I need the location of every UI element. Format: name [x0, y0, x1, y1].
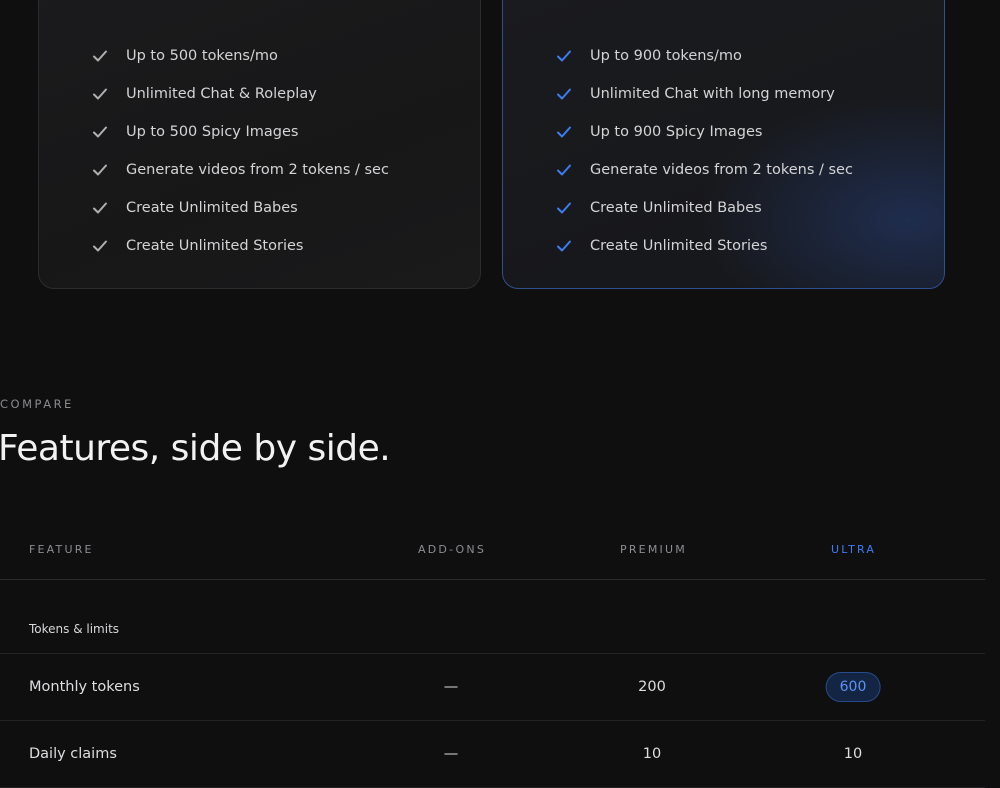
check-icon — [556, 162, 572, 178]
table-group-header: Tokens & limits — [0, 580, 985, 654]
row-ultra-value: 10 — [843, 746, 863, 762]
column-header-feature: FEATURE — [29, 543, 94, 556]
compare-eyebrow: COMPARE — [0, 397, 74, 411]
row-feature-name: Daily claims — [29, 746, 117, 762]
feature-label: Create Unlimited Stories — [126, 238, 304, 254]
feature-item: Create Unlimited Babes — [556, 189, 853, 227]
ultra-plan-card: Up to 900 tokens/mo Unlimited Chat with … — [502, 0, 945, 289]
feature-label: Create Unlimited Babes — [126, 200, 298, 216]
feature-label: Create Unlimited Babes — [590, 200, 762, 216]
check-icon — [92, 124, 108, 140]
comparison-table: FEATURE ADD-ONS PREMIUM ULTRA Tokens & l… — [0, 520, 985, 788]
table-row: Daily claims — 10 10 — [0, 721, 985, 788]
row-premium-value: 200 — [638, 679, 666, 695]
feature-label: Up to 500 tokens/mo — [126, 48, 278, 64]
feature-label: Unlimited Chat & Roleplay — [126, 86, 317, 102]
check-icon — [92, 162, 108, 178]
feature-item: Up to 500 tokens/mo — [92, 37, 389, 75]
premium-feature-list: Up to 500 tokens/mo Unlimited Chat & Rol… — [92, 37, 389, 265]
table-header: FEATURE ADD-ONS PREMIUM ULTRA — [0, 520, 985, 580]
row-feature-name: Monthly tokens — [29, 679, 140, 695]
feature-item: Up to 900 Spicy Images — [556, 113, 853, 151]
ultra-feature-list: Up to 900 tokens/mo Unlimited Chat with … — [556, 37, 853, 265]
feature-item: Up to 900 tokens/mo — [556, 37, 853, 75]
check-icon — [92, 200, 108, 216]
feature-label: Up to 900 Spicy Images — [590, 124, 763, 140]
feature-label: Unlimited Chat with long memory — [590, 86, 835, 102]
row-premium-value: 10 — [642, 746, 662, 762]
feature-item: Up to 500 Spicy Images — [92, 113, 389, 151]
check-icon — [556, 48, 572, 64]
check-icon — [556, 86, 572, 102]
feature-label: Create Unlimited Stories — [590, 238, 768, 254]
feature-label: Up to 500 Spicy Images — [126, 124, 299, 140]
feature-item: Unlimited Chat & Roleplay — [92, 75, 389, 113]
feature-label: Generate videos from 2 tokens / sec — [126, 162, 389, 178]
feature-item: Create Unlimited Babes — [92, 189, 389, 227]
check-icon — [556, 200, 572, 216]
column-header-ultra: ULTRA — [831, 543, 877, 556]
group-label: Tokens & limits — [29, 622, 120, 636]
feature-item: Unlimited Chat with long memory — [556, 75, 853, 113]
check-icon — [92, 48, 108, 64]
feature-item: Generate videos from 2 tokens / sec — [92, 151, 389, 189]
feature-label: Generate videos from 2 tokens / sec — [590, 162, 853, 178]
check-icon — [92, 86, 108, 102]
row-ultra-value: 600 — [825, 654, 881, 720]
feature-item: Generate videos from 2 tokens / sec — [556, 151, 853, 189]
table-row: Monthly tokens — 200 600 — [0, 654, 985, 721]
row-addons-value: — — [443, 679, 459, 695]
premium-plan-card: Up to 500 tokens/mo Unlimited Chat & Rol… — [38, 0, 481, 289]
check-icon — [92, 238, 108, 254]
feature-item: Create Unlimited Stories — [556, 227, 853, 265]
compare-heading: Features, side by side. — [0, 428, 391, 469]
check-icon — [556, 124, 572, 140]
feature-item: Create Unlimited Stories — [92, 227, 389, 265]
check-icon — [556, 238, 572, 254]
column-header-addons: ADD-ONS — [418, 543, 487, 556]
feature-label: Up to 900 tokens/mo — [590, 48, 742, 64]
ultra-highlight-badge: 600 — [825, 672, 881, 702]
row-addons-value: — — [443, 746, 459, 762]
column-header-premium: PREMIUM — [620, 543, 687, 556]
